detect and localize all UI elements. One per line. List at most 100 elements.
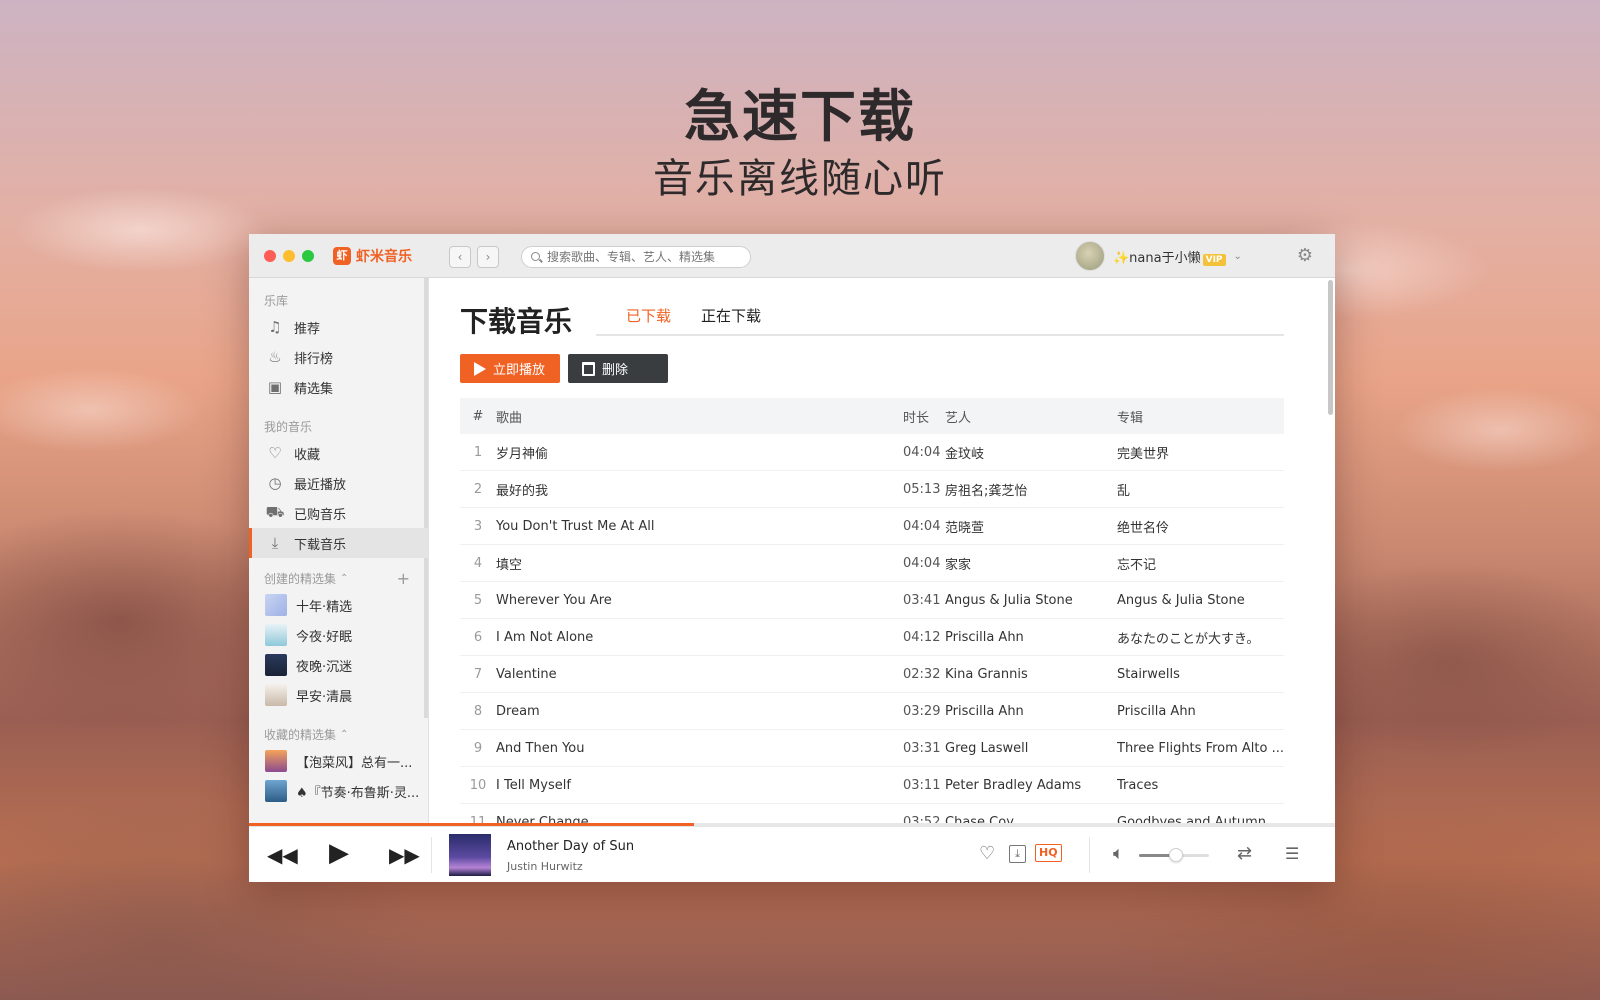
close-window-button[interactable] [264,250,276,262]
avatar[interactable] [1075,241,1105,271]
row-song: I Am Not Alone [496,629,594,645]
row-song: Wherever You Are [496,592,612,608]
sidebar-item-label: 早安·清晨 [296,689,353,705]
sidebar-item-collections[interactable]: ▣ 精选集 [249,372,428,402]
album-cover[interactable] [449,834,491,876]
minimize-window-button[interactable] [283,250,295,262]
search-box[interactable] [521,246,751,268]
hq-quality-icon[interactable]: HQ [1035,844,1062,862]
user-menu[interactable]: ✨nana于小懒 VIP ⌄ [1075,241,1242,271]
table-row[interactable]: 9 And Then You 03:31 Greg Laswell Three Flig… [460,730,1284,767]
zoom-window-button[interactable] [302,250,314,262]
sidebar-item-collection[interactable]: 今夜·好眠 [249,620,428,650]
row-duration: 02:32 [903,666,941,682]
app-logo[interactable]: 虾 虾米音乐 [333,246,412,266]
divider [1089,837,1090,873]
chevron-up-icon[interactable]: ⌃ [340,724,348,746]
volume-icon[interactable]: 🔈︎ [1113,843,1124,865]
column-header-duration[interactable]: 时长 [903,407,945,426]
sidebar-item-label: 十年·精选 [296,599,353,615]
sidebar-item-label: 最近播放 [294,477,347,493]
collection-cover [265,624,287,646]
clock-icon: ◷ [268,474,282,492]
download-icon[interactable]: ⤓ [1009,845,1026,863]
sidebar-item-recent[interactable]: ◷ 最近播放 [249,468,428,498]
row-duration: 04:04 [903,555,941,571]
gear-icon[interactable]: ⚙ [1295,246,1315,266]
sidebar-item-purchased[interactable]: ⛟ 已购音乐 [249,498,428,528]
collection-cover [265,654,287,676]
username[interactable]: ✨nana于小懒 VIP [1113,247,1226,266]
heart-icon[interactable]: ♡ [979,843,995,865]
play-all-button[interactable]: 立即播放 [460,354,560,383]
collection-cover [265,780,287,802]
column-header-artist[interactable]: 艺人 [945,407,1117,426]
add-collection-icon[interactable]: + [397,568,410,590]
sidebar-item-downloads[interactable]: ⤓ 下载音乐 [249,528,428,558]
sidebar-item-label: 已购音乐 [294,507,347,523]
table-row[interactable]: 4 填空 04:04 家家 忘不记 [460,545,1284,582]
row-index: 2 [473,481,483,497]
section-created-collections[interactable]: 创建的精选集 ⌃ + [249,568,428,590]
repeat-icon[interactable]: ⇄ [1237,843,1252,865]
row-index: 8 [473,703,483,719]
sidebar-item-label: 【泡菜风】总有一... [296,755,413,771]
row-duration: 03:31 [903,740,941,756]
tab-downloaded[interactable]: 已下载 [626,304,671,334]
column-header-song[interactable]: 歌曲 [496,407,903,426]
row-album: 完美世界 [1117,446,1170,462]
row-artist: 家家 [945,557,972,573]
column-header-album[interactable]: 专辑 [1117,407,1284,426]
search-icon [531,251,542,263]
download-tabs: 已下载 正在下载 [596,304,1284,336]
collection-cover [265,750,287,772]
chevron-up-icon[interactable]: ⌃ [340,568,348,590]
delete-button[interactable]: 删除 [568,354,668,383]
section-my-music-label: 我的音乐 [264,420,313,434]
row-song: Dream [496,703,540,719]
forward-button[interactable]: › [477,246,499,268]
table-row[interactable]: 5 Wherever You Are 03:41 Angus & Julia Ston… [460,582,1284,619]
volume-knob[interactable] [1169,848,1183,862]
sidebar-item-collection[interactable]: 夜晚·沉迷 [249,650,428,680]
section-library-label: 乐库 [264,294,289,308]
track-artist[interactable]: Justin Hurwitz [507,860,583,873]
sidebar-item-label: 排行榜 [294,351,334,367]
row-duration: 03:41 [903,592,941,608]
previous-track-icon[interactable]: ◀◀ [267,842,298,868]
sidebar-item-favorites[interactable]: ♡ 收藏 [249,438,428,468]
playlist-icon[interactable]: ☰ [1285,843,1299,865]
table-row[interactable]: 8 Dream 03:29 Priscilla Ahn Priscilla Ahn [460,693,1284,730]
table-row[interactable]: 7 Valentine 02:32 Kina Grannis Stairwells [460,656,1284,693]
row-index: 3 [473,518,483,534]
play-icon[interactable]: ▶ [329,840,349,866]
row-artist: Greg Laswell [945,740,1029,756]
row-album: Stairwells [1117,666,1180,682]
sidebar-item-recommend[interactable]: ♫ 推荐 [249,312,428,342]
back-button[interactable]: ‹ [449,246,471,268]
search-input[interactable] [547,250,737,264]
cart-icon: ⛟ [265,503,285,521]
sidebar-item-collection[interactable]: ♠『节奏·布鲁斯·灵... [249,776,428,806]
collection-cover [265,594,287,616]
table-row[interactable]: 3 You Don't Trust Me At All 04:04 范晓萱 绝世名伶 [460,508,1284,545]
tab-downloading[interactable]: 正在下载 [701,304,761,334]
row-duration: 03:29 [903,703,941,719]
row-duration: 04:12 [903,629,941,645]
section-favorited-collections[interactable]: 收藏的精选集 ⌃ [249,724,428,746]
main-scrollbar[interactable] [1328,280,1333,415]
table-row[interactable]: 2 最好的我 05:13 房祖名;龚芝怡 乱 [460,471,1284,508]
next-track-icon[interactable]: ▶▶ [389,842,420,868]
sidebar-item-collection[interactable]: 【泡菜风】总有一... [249,746,428,776]
table-row[interactable]: 6 I Am Not Alone 04:12 Priscilla Ahn あなたのことが… [460,619,1284,656]
table-row[interactable]: 1 岁月神偷 04:04 金玟岐 完美世界 [460,434,1284,471]
sidebar-item-charts[interactable]: ♨ 排行榜 [249,342,428,372]
column-header-index: # [472,408,484,424]
row-song: 填空 [496,557,523,573]
sidebar-item-collection[interactable]: 早安·清晨 [249,680,428,710]
track-title[interactable]: Another Day of Sun [507,839,634,854]
table-row[interactable]: 11 Never Change 03:52 Chase Coy Goodbyes and… [460,804,1284,824]
table-row[interactable]: 10 I Tell Myself 03:11 Peter Bradley Adams T… [460,767,1284,804]
chevron-down-icon[interactable]: ⌄ [1234,251,1242,262]
sidebar-item-collection[interactable]: 十年·精选 [249,590,428,620]
